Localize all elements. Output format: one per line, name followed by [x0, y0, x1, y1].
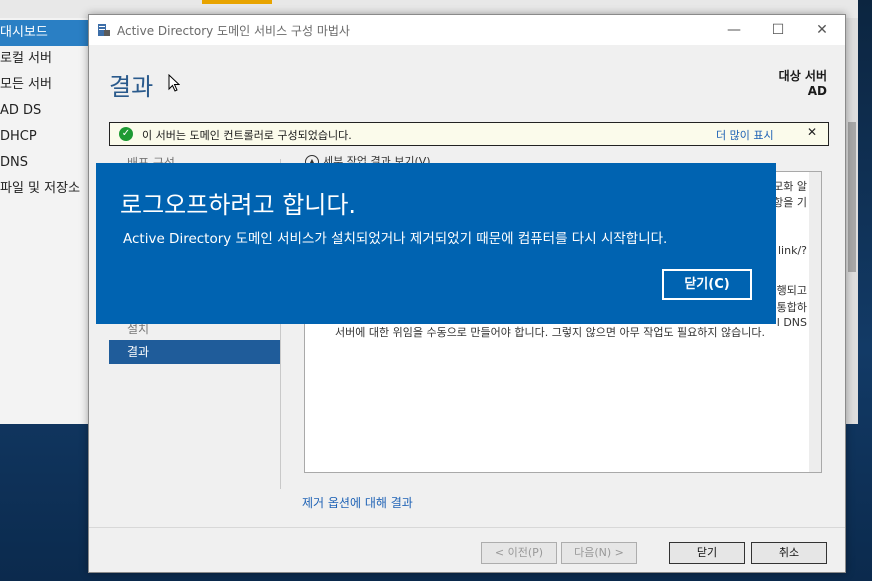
- minimize-button[interactable]: —: [711, 15, 757, 45]
- removal-options-link[interactable]: 제거 옵션에 대해 결과: [302, 494, 413, 511]
- sidebar-item-dns[interactable]: DNS: [0, 150, 100, 176]
- content-fragment: link/?: [778, 244, 807, 257]
- mouse-cursor-icon: [168, 74, 180, 92]
- server-icon: [98, 24, 110, 36]
- server-manager-accent: [202, 0, 272, 4]
- logoff-close-button[interactable]: 닫기(C): [662, 269, 752, 300]
- sidebar-item-dhcp[interactable]: DHCP: [0, 124, 100, 150]
- logoff-title: 로그오프하려고 합니다.: [120, 191, 357, 219]
- check-icon: ✓: [119, 127, 133, 141]
- notice-text: 이 서버는 도메인 컨트롤러로 구성되었습니다.: [142, 129, 352, 142]
- sidebar-item-file-storage[interactable]: 파일 및 저장소: [0, 176, 100, 202]
- content-fragment: 통합하: [776, 301, 807, 314]
- sidebar-item-ad-ds[interactable]: AD DS: [0, 98, 100, 124]
- show-more-link[interactable]: 더 많이 표시: [716, 127, 774, 143]
- close-window-button[interactable]: ✕: [799, 15, 845, 45]
- results-paragraph: 서버에 대한 위임을 수동으로 만들어야 합니다. 그렇지 않으면 아무 작업도…: [335, 326, 766, 339]
- scrollbar-thumb[interactable]: [848, 122, 856, 272]
- wizard-button-bar: < 이전(P) 다음(N) > 닫기 취소: [89, 527, 845, 572]
- server-manager-sidebar: 대시보드 로컬 서버 모든 서버 AD DS DHCP DNS 파일 및 저장소: [0, 18, 100, 424]
- target-server-value: AD: [807, 84, 827, 98]
- server-manager-scrollbar[interactable]: [846, 18, 858, 424]
- prev-button[interactable]: < 이전(P): [481, 542, 557, 564]
- maximize-button[interactable]: ☐: [755, 15, 801, 45]
- target-server-label: 대상 서버: [778, 69, 827, 83]
- notice-close-icon[interactable]: ✕: [807, 125, 817, 139]
- close-button[interactable]: 닫기: [669, 542, 745, 564]
- logoff-notification: 로그오프하려고 합니다. Active Directory 도메인 서비스가 설…: [96, 163, 776, 324]
- wizard-title: Active Directory 도메인 서비스 구성 마법사: [117, 24, 350, 38]
- content-fragment: 항을 기: [773, 196, 807, 209]
- sidebar-item-all-servers[interactable]: 모든 서버: [0, 72, 100, 98]
- logoff-message: Active Directory 도메인 서비스가 설치되었거나 제거되었기 때…: [123, 231, 668, 247]
- success-notice-bar: ✓ 이 서버는 도메인 컨트롤러로 구성되었습니다. 더 많이 표시 ✕: [109, 122, 829, 146]
- content-fragment: 행되고: [776, 284, 807, 297]
- wizard-titlebar: Active Directory 도메인 서비스 구성 마법사 — ☐ ✕: [89, 15, 845, 45]
- content-fragment: 모화 알: [773, 180, 807, 193]
- nav-item-results[interactable]: 결과: [109, 340, 281, 364]
- sidebar-item-dashboard[interactable]: 대시보드: [0, 20, 100, 46]
- next-button[interactable]: 다음(N) >: [561, 542, 637, 564]
- sidebar-item-local-server[interactable]: 로컬 서버: [0, 46, 100, 72]
- content-scrollbar[interactable]: [809, 172, 821, 472]
- page-title: 결과: [109, 73, 154, 101]
- cancel-button[interactable]: 취소: [751, 542, 827, 564]
